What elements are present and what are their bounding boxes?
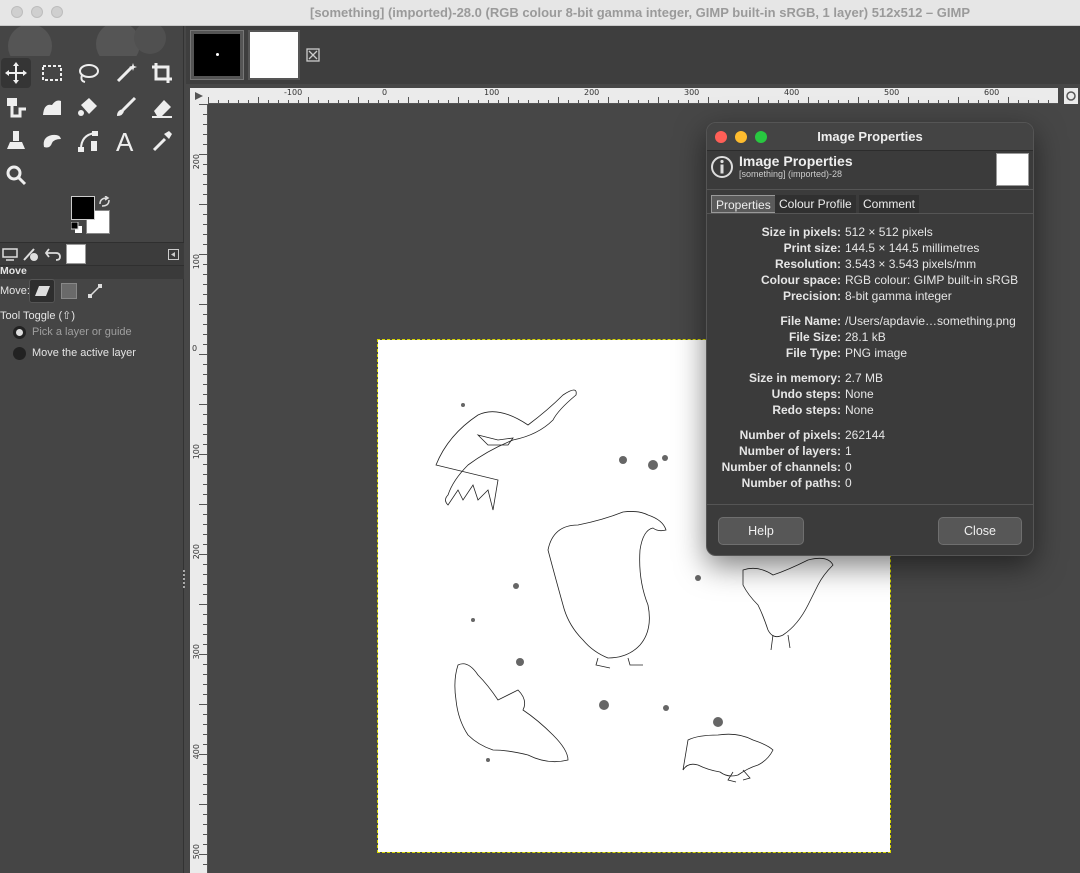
swap-colors-icon[interactable] [98, 196, 112, 208]
window-zoom-button[interactable] [51, 6, 63, 18]
prop-row: File Size: 28.1 kB [788, 330, 886, 344]
h-ruler-label: 200 [584, 88, 600, 97]
image-properties-dialog: Image Properties Image Properties [somet… [706, 122, 1034, 556]
dialog-window-title: Image Properties [817, 129, 923, 144]
window-close-button[interactable] [11, 6, 23, 18]
prop-row: Number of paths: 0 [741, 476, 852, 490]
rect-select-tool-icon[interactable] [37, 58, 67, 88]
v-ruler-label: 300 [192, 644, 201, 660]
eraser-tool-icon[interactable] [147, 92, 177, 122]
lasso-tool-icon[interactable] [73, 58, 103, 88]
v-ruler-label: 100 [192, 444, 201, 460]
close-button[interactable]: Close [938, 517, 1022, 545]
dialog-header-title: Image Properties [739, 153, 853, 169]
warp-tool-icon[interactable] [37, 92, 67, 122]
prop-row: File Type: PNG image [785, 346, 908, 360]
prop-row: Undo steps: None [771, 387, 874, 401]
image-tab-2[interactable] [248, 30, 300, 80]
close-tab-icon[interactable] [306, 48, 320, 62]
move-active-layer-label: Move the active layer [32, 347, 136, 359]
tab-colour-profile[interactable]: Colour Profile [775, 195, 856, 213]
dialog-header-subtitle: [something] (imported)-28 [739, 169, 843, 179]
foreground-color-swatch[interactable] [71, 196, 95, 220]
info-icon [711, 156, 733, 178]
v-ruler-label: 200 [192, 154, 201, 170]
zoom-toggle-button[interactable] [1064, 88, 1078, 104]
v-ruler-label: 400 [192, 744, 201, 760]
v-ruler-label: 0 [192, 344, 198, 353]
svg-text:A: A [116, 129, 134, 153]
dialog-titlebar: Image Properties [707, 123, 1033, 151]
h-ruler-label: -100 [284, 88, 303, 97]
prop-row: Size in memory: 2.7 MB [748, 371, 884, 385]
prop-row: Colour space: RGB colour: GIMP built-in s… [760, 273, 1019, 287]
color-picker-tool-icon[interactable] [147, 126, 177, 156]
prop-row: File Name:/Users/apdavie…something.png [780, 314, 1016, 328]
tool-toggle-label: Tool Toggle (⇧) [0, 310, 76, 322]
bucket-fill-tool-icon[interactable] [73, 92, 103, 122]
default-colors-icon[interactable] [71, 222, 83, 234]
paths-tool-icon[interactable] [73, 126, 103, 156]
menu-arrow-icon [195, 92, 203, 100]
paintbrush-tool-icon[interactable] [111, 92, 141, 122]
undo-history-tab-icon[interactable] [44, 246, 62, 262]
images-tab-icon[interactable] [66, 244, 86, 264]
move-active-layer-radio[interactable] [13, 347, 26, 360]
window-minimize-button[interactable] [31, 6, 43, 18]
v-ruler-label: 200 [192, 544, 201, 560]
tool-options-tab-icon[interactable] [2, 247, 18, 261]
move-selection-mode-button[interactable] [61, 283, 77, 299]
zoom-tool-icon[interactable] [1, 160, 31, 190]
zoom-lock-icon [1066, 91, 1076, 101]
fuzzy-select-tool-icon[interactable] [111, 58, 141, 88]
prop-row: Precision: 8-bit gamma integer [782, 289, 952, 303]
prop-row: Print size: 144.5 × 144.5 millimetres [783, 241, 980, 255]
crop-tool-icon[interactable] [147, 58, 177, 88]
prop-row: Redo steps: None [772, 403, 874, 417]
move-tool-icon[interactable] [1, 58, 31, 88]
window-title: [something] (imported)-28.0 (RGB colour … [309, 5, 970, 20]
image-tab-1[interactable] [190, 30, 244, 80]
transform-tool-icon[interactable] [1, 92, 31, 122]
quick-mask-toggle[interactable] [190, 88, 208, 104]
horizontal-ruler[interactable]: -100 0 100 200 300 400 500 600 [208, 88, 1058, 104]
dock-tab-row [0, 242, 184, 266]
h-ruler-label: 100 [484, 88, 500, 97]
move-layer-mode-button[interactable] [29, 279, 55, 303]
pick-layer-label: Pick a layer or guide [32, 326, 132, 338]
v-ruler-label: 100 [192, 254, 201, 270]
vertical-ruler[interactable]: 200 100 0 100 200 300 400 500 [190, 104, 208, 873]
h-ruler-label: 500 [884, 88, 900, 97]
configure-tab-icon[interactable] [168, 249, 179, 260]
device-status-tab-icon[interactable] [22, 246, 40, 262]
v-ruler-label: 500 [192, 844, 201, 860]
h-ruler-label: 300 [684, 88, 700, 97]
tab-comment[interactable]: Comment [859, 195, 920, 213]
tool-options-title: Move [0, 265, 27, 277]
prop-row: Number of layers: 1 [738, 444, 852, 458]
smudge-tool-icon[interactable] [37, 126, 67, 156]
image-thumbnail [250, 32, 298, 78]
window-titlebar: [something] (imported)-28.0 (RGB colour … [0, 0, 1080, 26]
image-preview-thumbnail [996, 153, 1029, 186]
tab-properties[interactable]: Properties [711, 195, 776, 213]
h-ruler-label: 0 [382, 88, 388, 97]
prop-row: Number of pixels: 262144 [739, 428, 886, 442]
move-path-mode-button[interactable] [87, 283, 103, 299]
pick-layer-radio[interactable] [13, 326, 26, 339]
h-ruler-label: 600 [984, 88, 1000, 97]
toolbox: A Move Move: Tool Toggle (⇧) Pick a laye… [0, 26, 184, 873]
wilber-logo [8, 26, 166, 56]
prop-row: Size in pixels: 512 × 512 pixels [761, 225, 933, 239]
text-tool-icon[interactable]: A [111, 126, 141, 156]
layer-mode-icon [35, 286, 50, 296]
prop-row: Resolution: 3.543 × 3.543 pixels/mm [775, 257, 977, 271]
help-button[interactable]: Help [718, 517, 804, 545]
move-mode-label: Move: [0, 285, 30, 297]
image-tabs-bar [186, 26, 1080, 84]
pane-resize-handle[interactable] [183, 570, 187, 588]
prop-row: Number of channels: 0 [721, 460, 852, 474]
clone-tool-icon[interactable] [1, 126, 31, 156]
h-ruler-label: 400 [784, 88, 800, 97]
